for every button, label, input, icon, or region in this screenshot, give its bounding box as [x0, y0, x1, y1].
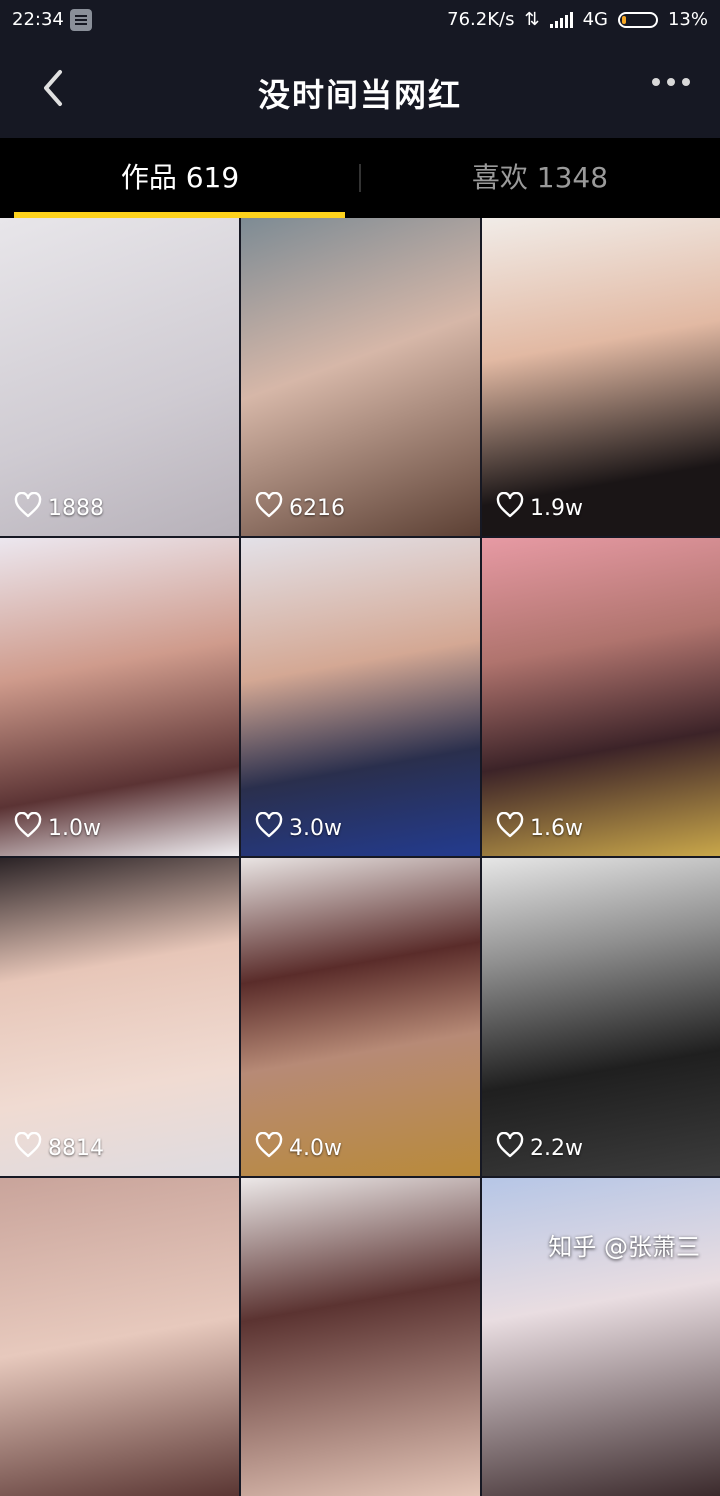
signal-icon	[549, 11, 573, 28]
video-thumbnail[interactable]: 1.6w	[482, 538, 720, 856]
tab-works[interactable]: 作品 619	[0, 138, 360, 218]
video-thumbnail[interactable]: 6216	[241, 218, 480, 536]
like-count-value: 2.2w	[530, 1135, 583, 1161]
like-count-value: 1.0w	[48, 815, 101, 841]
video-thumbnail[interactable]	[482, 1178, 720, 1496]
tab-bar: 作品 619 喜欢 1348	[0, 138, 720, 218]
video-thumbnail[interactable]: 3.0w	[241, 538, 480, 856]
like-count: 1.9w	[496, 491, 583, 524]
like-count: 1888	[14, 491, 104, 524]
status-time: 22:34	[12, 9, 64, 30]
heart-icon	[496, 491, 524, 524]
heart-icon	[496, 1131, 524, 1164]
like-count-value: 1.9w	[530, 495, 583, 521]
heart-icon	[14, 811, 42, 844]
battery-icon	[617, 11, 658, 28]
page-title: 没时间当网红	[257, 76, 462, 114]
like-count-value: 8814	[48, 1135, 104, 1161]
like-count: 1.6w	[496, 811, 583, 844]
like-count-value: 1.6w	[530, 815, 583, 841]
like-count: 4.0w	[255, 1131, 342, 1164]
video-thumbnail[interactable]: 2.2w	[482, 858, 720, 1176]
tab-likes[interactable]: 喜欢 1348	[360, 138, 720, 218]
status-bar: 22:34 76.2K/s ⇅ 4G 13%	[0, 0, 720, 40]
heart-icon	[14, 1131, 42, 1164]
data-transfer-icon: ⇅	[524, 9, 540, 30]
like-count: 2.2w	[496, 1131, 583, 1164]
status-right: 76.2K/s ⇅ 4G 13%	[447, 9, 708, 30]
notification-icon	[70, 9, 92, 31]
heart-icon	[14, 491, 42, 524]
video-thumbnail[interactable]	[0, 1178, 239, 1496]
like-count-value: 6216	[289, 495, 345, 521]
video-thumbnail[interactable]: 4.0w	[241, 858, 480, 1176]
network-type: 4G	[582, 9, 608, 30]
watermark: 知乎 @张萧三	[548, 1233, 700, 1261]
heart-icon	[255, 811, 283, 844]
like-count-value: 1888	[48, 495, 104, 521]
heart-icon	[255, 1131, 283, 1164]
like-count-value: 3.0w	[289, 815, 342, 841]
battery-percent: 13%	[667, 9, 708, 30]
heart-icon	[496, 811, 524, 844]
video-thumbnail[interactable]	[241, 1178, 480, 1496]
video-thumbnail[interactable]: 1.9w	[482, 218, 720, 536]
like-count: 3.0w	[255, 811, 342, 844]
video-thumbnail[interactable]: 8814	[0, 858, 239, 1176]
video-thumbnail[interactable]: 1.0w	[0, 538, 239, 856]
network-speed: 76.2K/s	[447, 9, 515, 30]
like-count-value: 4.0w	[289, 1135, 342, 1161]
heart-icon	[255, 491, 283, 524]
like-count: 8814	[14, 1131, 104, 1164]
nav-bar: 没时间当网红	[0, 40, 720, 138]
video-grid: 1888 6216 1.9w 1.0w 3.0w 1.6w 8814 4.0w 2.2w	[0, 218, 720, 1496]
more-horizontal-icon[interactable]	[652, 78, 690, 86]
video-thumbnail[interactable]: 1888	[0, 218, 239, 536]
like-count: 6216	[255, 491, 345, 524]
like-count: 1.0w	[14, 811, 101, 844]
